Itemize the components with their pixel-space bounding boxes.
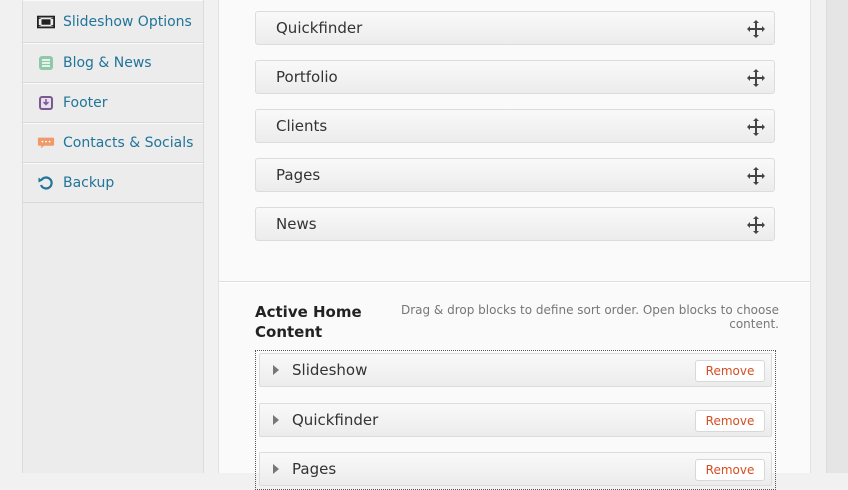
sidebar-item-label: Blog & News: [63, 55, 152, 71]
sidebar-item-slideshow-options[interactable]: Slideshow Options: [23, 0, 203, 43]
sidebar-item-label: Contacts & Socials: [63, 135, 194, 151]
active-block-slideshow[interactable]: Slideshow Remove: [259, 353, 772, 387]
active-block-pages[interactable]: Pages Remove: [259, 452, 772, 486]
sidebar-item-backup[interactable]: Backup: [23, 163, 203, 203]
document-icon: [37, 54, 55, 72]
remove-button[interactable]: Remove: [695, 360, 765, 382]
sidebar-item-contacts-socials[interactable]: Contacts & Socials: [23, 123, 203, 163]
block-label: Clients: [276, 117, 328, 135]
move-icon[interactable]: [746, 215, 766, 235]
sidebar-item-blog-news[interactable]: Blog & News: [23, 43, 203, 83]
main-panel: Quickfinder Portfolio Clients Pages News…: [218, 0, 811, 490]
available-block-news[interactable]: News: [255, 207, 775, 241]
available-block-pages[interactable]: Pages: [255, 158, 775, 192]
expand-arrow-icon[interactable]: [273, 365, 279, 375]
film-icon: [37, 13, 55, 31]
right-scroll-strip: [826, 0, 848, 473]
block-label: Pages: [292, 460, 337, 478]
active-block-quickfinder[interactable]: Quickfinder Remove: [259, 403, 772, 437]
sidebar-item-label: Backup: [63, 175, 115, 191]
remove-button[interactable]: Remove: [695, 410, 765, 432]
active-content-title: Active Home Content: [255, 303, 362, 341]
expand-arrow-icon[interactable]: [273, 415, 279, 425]
block-label: Pages: [276, 166, 321, 184]
available-block-quickfinder[interactable]: Quickfinder: [255, 11, 775, 45]
speech-bubble-icon: [37, 134, 55, 152]
download-icon: [37, 94, 55, 112]
sort-hint: Drag & drop blocks to define sort order.…: [400, 303, 779, 331]
sidebar-item-label: Footer: [63, 95, 108, 111]
move-icon[interactable]: [746, 166, 766, 186]
sidebar-item-footer[interactable]: Footer: [23, 83, 203, 123]
active-drop-zone[interactable]: Slideshow Remove Quickfinder Remove Page…: [255, 350, 776, 490]
block-label: Slideshow: [292, 361, 368, 379]
available-block-portfolio[interactable]: Portfolio: [255, 60, 775, 94]
block-label: Portfolio: [276, 68, 338, 86]
move-icon[interactable]: [746, 68, 766, 88]
sidebar: Slideshow Options Blog & News Footer Con…: [22, 0, 204, 473]
refresh-icon: [37, 174, 55, 192]
block-label: Quickfinder: [292, 411, 379, 429]
sidebar-item-label: Slideshow Options: [63, 13, 192, 30]
move-icon[interactable]: [746, 117, 766, 137]
move-icon[interactable]: [746, 19, 766, 39]
section-divider: [219, 281, 810, 282]
available-block-clients[interactable]: Clients: [255, 109, 775, 143]
block-label: Quickfinder: [276, 19, 363, 37]
remove-button[interactable]: Remove: [695, 459, 765, 481]
block-label: News: [276, 215, 317, 233]
